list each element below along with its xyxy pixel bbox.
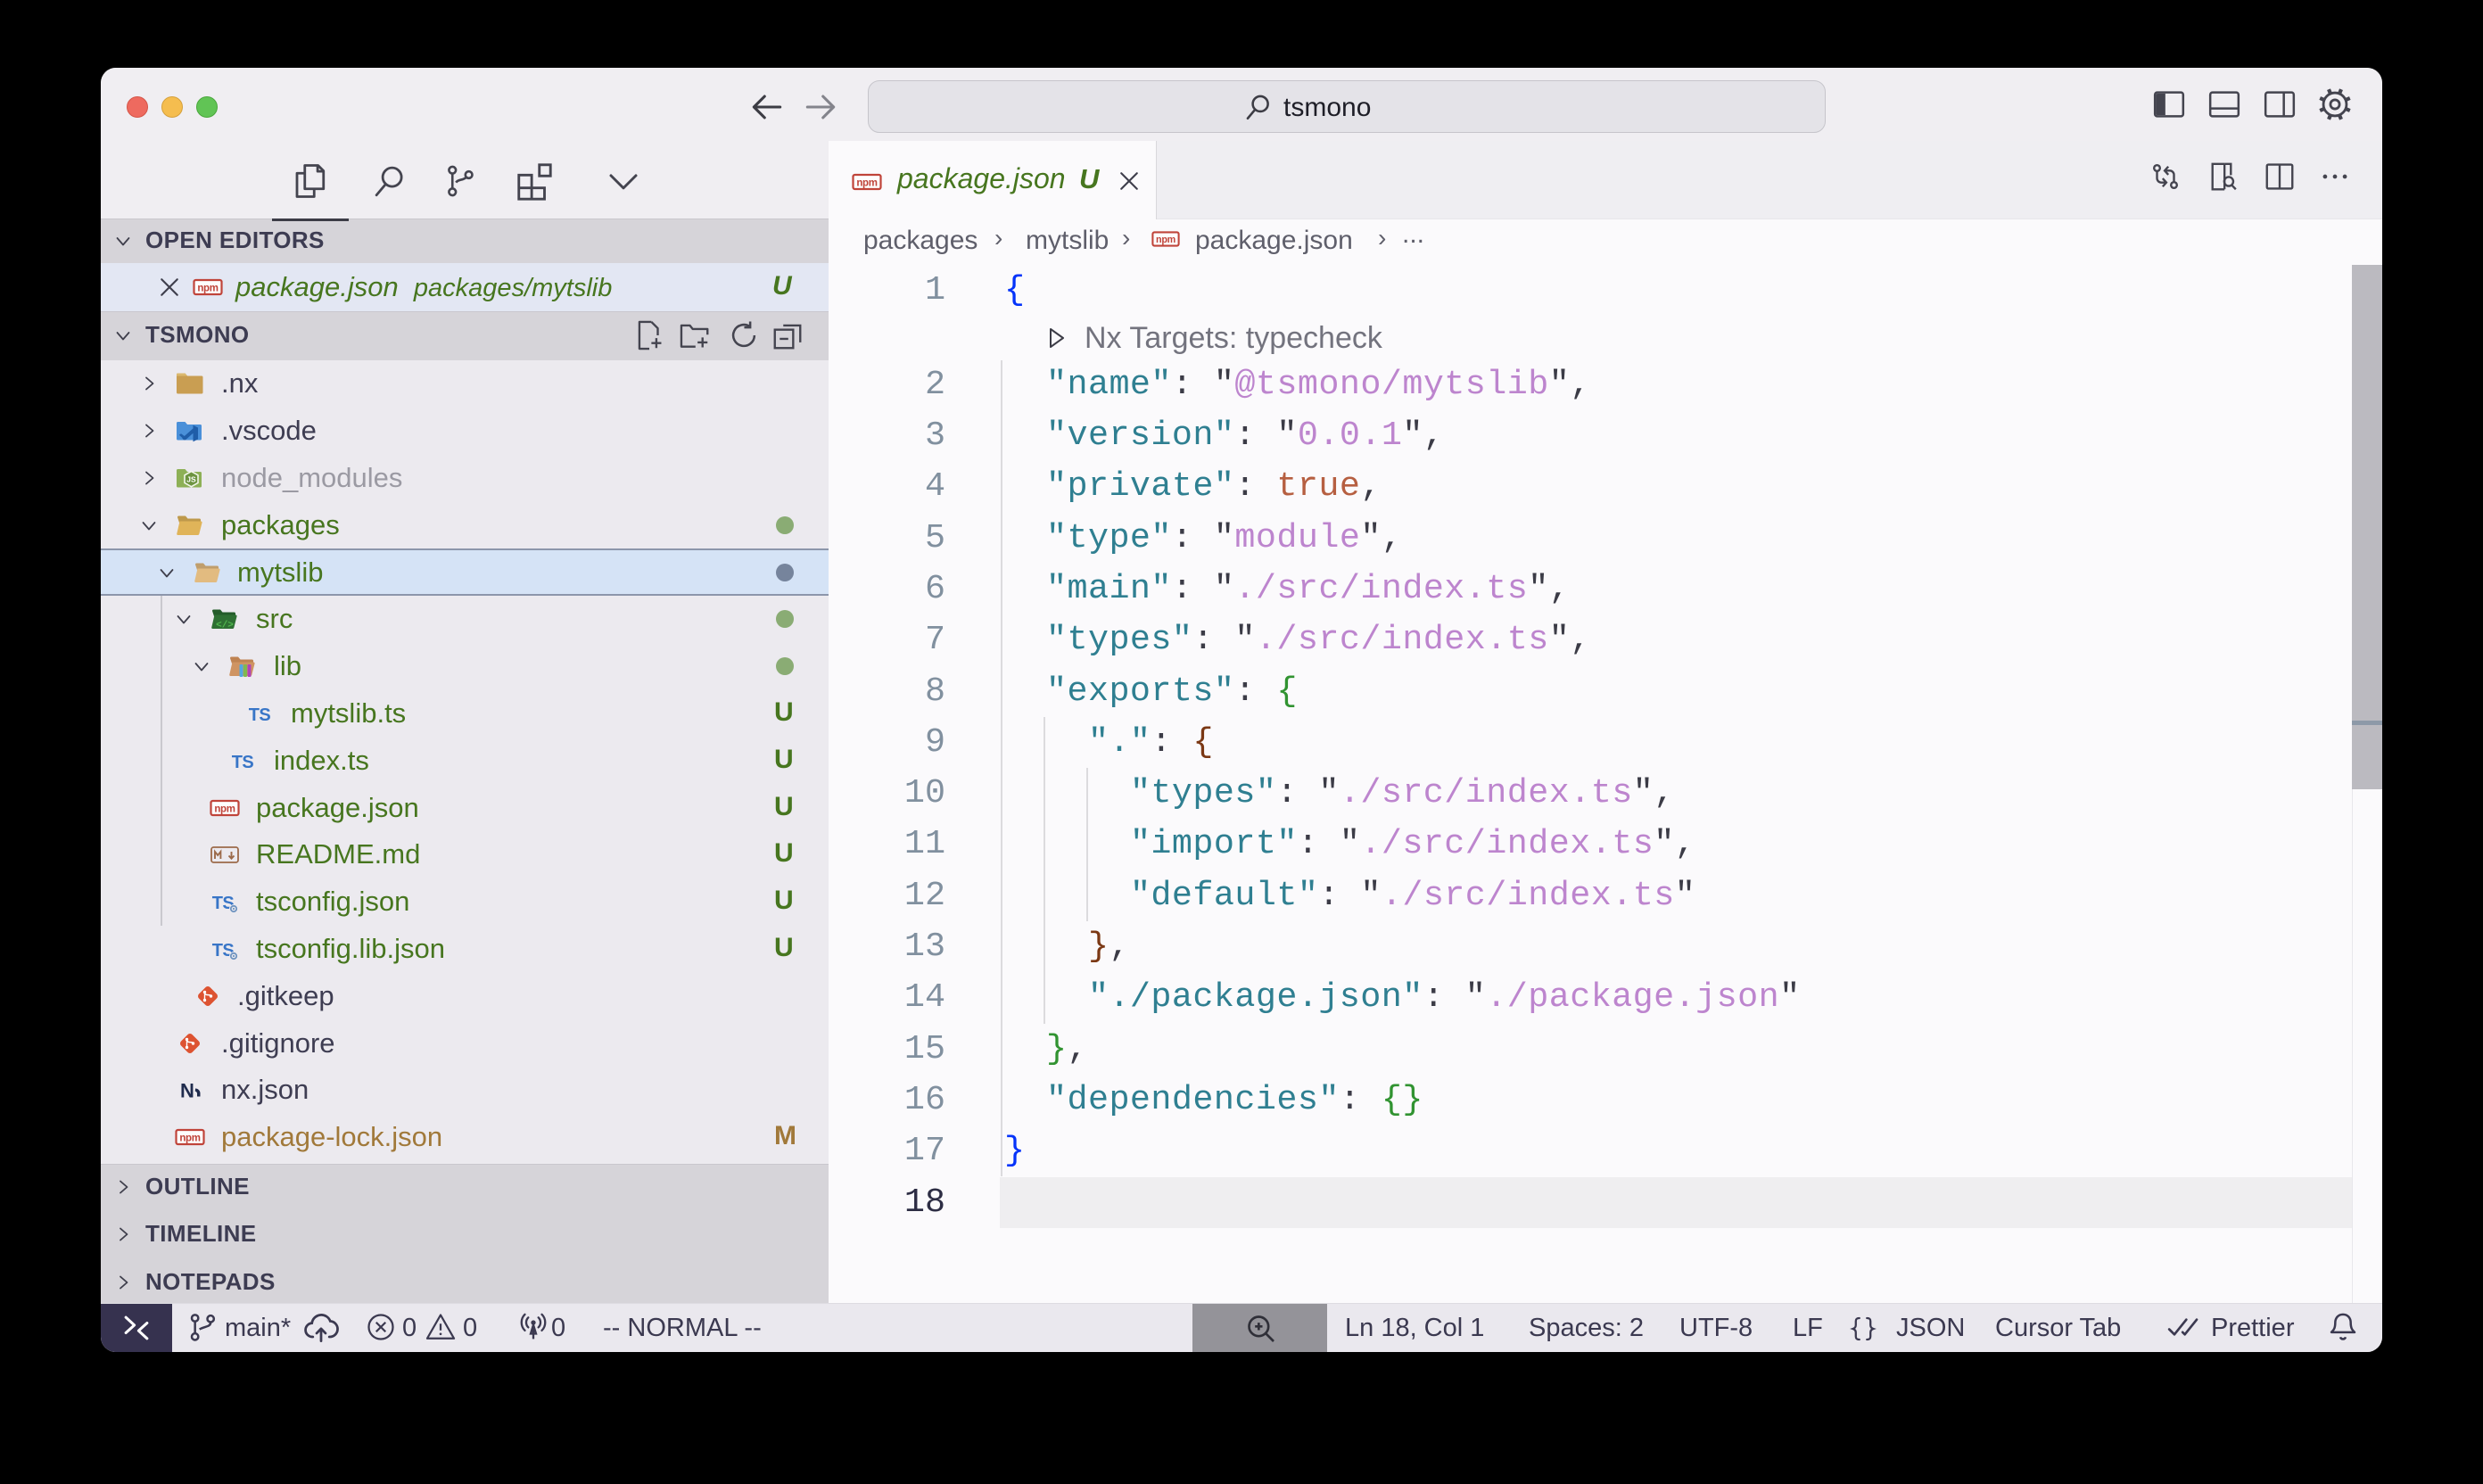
svg-text:N: N — [180, 1080, 194, 1102]
svg-text:TS: TS — [232, 753, 254, 772]
svg-text:npm: npm — [214, 804, 235, 815]
svg-text:npm: npm — [1156, 235, 1176, 245]
svg-text:npm: npm — [197, 284, 218, 294]
svg-text:npm: npm — [856, 178, 877, 189]
svg-text:npm: npm — [179, 1134, 200, 1144]
svg-text:JS: JS — [186, 475, 196, 484]
svg-text:</>: </> — [216, 621, 234, 631]
svg-text:TS: TS — [249, 705, 271, 725]
